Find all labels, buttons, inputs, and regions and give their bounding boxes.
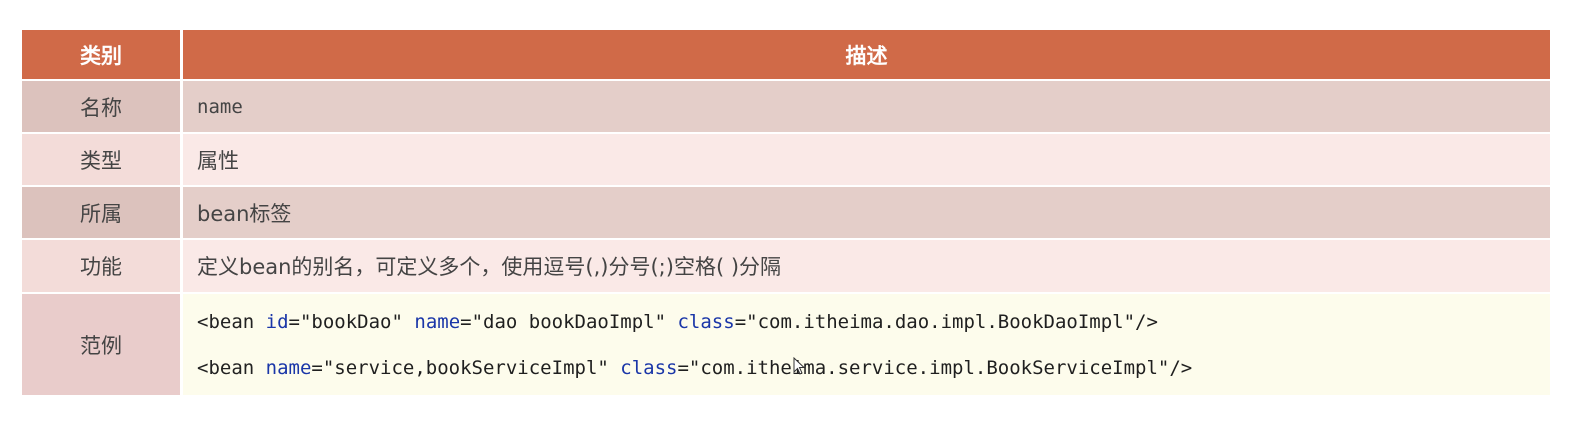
row-value: bean标签 bbox=[183, 187, 1550, 238]
code-tag: <bean bbox=[197, 356, 266, 379]
row-value: 定义bean的别名，可定义多个，使用逗号(,)分号(;)空格( )分隔 bbox=[183, 240, 1550, 292]
row-value: name bbox=[183, 81, 1550, 132]
code-attr: name bbox=[414, 310, 461, 333]
code-line-1: <bean id="bookDao" name="dao bookDaoImpl… bbox=[197, 299, 1158, 345]
table-row-belongs: 所属 bean标签 bbox=[22, 187, 1550, 240]
table-row-type: 类型 属性 bbox=[22, 134, 1550, 187]
header-description: 描述 bbox=[845, 43, 888, 68]
row-label: 所属 bbox=[22, 187, 183, 238]
example-code-block: <bean id="bookDao" name="dao bookDaoImpl… bbox=[183, 294, 1550, 395]
code-line-2: <bean name="service,bookServiceImpl" cla… bbox=[197, 345, 1192, 391]
code-tag: <bean bbox=[197, 310, 266, 333]
table-row-name: 名称 name bbox=[22, 81, 1550, 134]
table-row-example: 范例 <bean id="bookDao" name="dao bookDaoI… bbox=[22, 294, 1550, 395]
code-value: ="com.itheima.service.impl.BookServiceIm… bbox=[677, 356, 1193, 379]
row-label: 范例 bbox=[22, 294, 183, 395]
row-label: 名称 bbox=[22, 81, 183, 132]
code-value: ="service,bookServiceImpl" bbox=[311, 356, 621, 379]
table-header-row: 类别 描述 bbox=[22, 30, 1550, 81]
row-label: 类型 bbox=[22, 134, 183, 185]
header-category: 类别 bbox=[22, 30, 183, 79]
code-value: ="com.itheima.dao.impl.BookDaoImpl"/> bbox=[734, 310, 1158, 333]
code-value: ="dao bookDaoImpl" bbox=[460, 310, 678, 333]
code-attr: id bbox=[265, 310, 289, 333]
table-row-function: 功能 定义bean的别名，可定义多个，使用逗号(,)分号(;)空格( )分隔 bbox=[22, 240, 1550, 294]
code-attr: name bbox=[265, 356, 312, 379]
row-value: 属性 bbox=[183, 134, 1550, 185]
code-attr: class bbox=[620, 356, 678, 379]
bean-name-attribute-table: 类别 描述 名称 name 类型 属性 所属 bean标签 功能 定义bean的… bbox=[22, 30, 1550, 395]
code-attr: class bbox=[677, 310, 735, 333]
row-label: 功能 bbox=[22, 240, 183, 292]
code-value: ="bookDao" bbox=[288, 310, 415, 333]
mouse-pointer-icon bbox=[793, 357, 805, 375]
